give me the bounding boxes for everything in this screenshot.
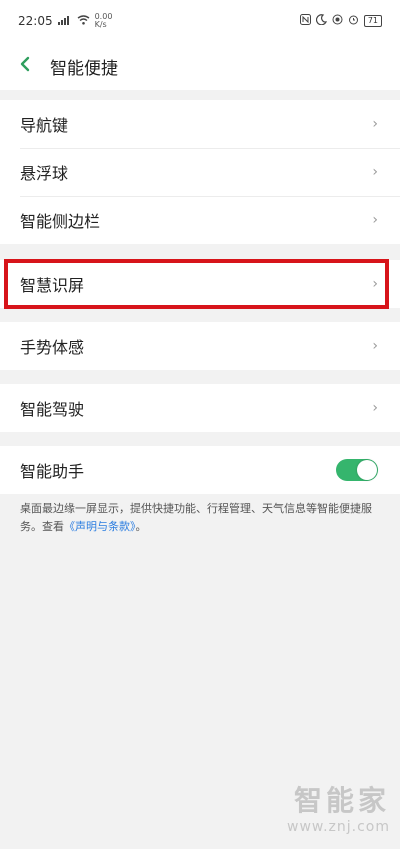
- network-speed: 0.00 K/s: [94, 12, 113, 29]
- assistant-toggle[interactable]: [336, 459, 378, 481]
- settings-group-2: 智慧识屏 ›: [0, 260, 400, 308]
- nfc-icon: [299, 14, 311, 28]
- chevron-right-icon: ›: [372, 276, 378, 292]
- watermark-url: www.znj.com: [287, 819, 390, 835]
- menu-item-label: 手势体感: [20, 338, 85, 357]
- menu-item-nav-keys[interactable]: 导航键 ›: [0, 100, 400, 148]
- chevron-right-icon: ›: [372, 212, 378, 228]
- status-time: 22:05: [18, 14, 53, 28]
- description-tail: 。: [135, 520, 147, 533]
- battery-icon: 71: [363, 15, 382, 27]
- chevron-left-icon: [19, 56, 31, 76]
- signal-icon: [57, 14, 72, 28]
- moon-icon: [315, 14, 327, 28]
- settings-group-3: 手势体感 ›: [0, 322, 400, 370]
- chevron-right-icon: ›: [372, 164, 378, 180]
- settings-group-4: 智能驾驶 ›: [0, 384, 400, 432]
- settings-group-5: 智能助手: [0, 446, 400, 494]
- settings-group-1: 导航键 › 悬浮球 › 智能侧边栏 ›: [0, 100, 400, 244]
- wifi-icon: [77, 14, 90, 28]
- menu-item-smart-assistant: 智能助手: [0, 446, 400, 494]
- alarm-icon: [348, 14, 359, 28]
- menu-item-smart-screen-recognition[interactable]: 智慧识屏 ›: [0, 260, 400, 308]
- menu-item-label: 智能侧边栏: [20, 212, 101, 231]
- toggle-knob: [357, 460, 377, 480]
- chevron-right-icon: ›: [372, 400, 378, 416]
- menu-item-label: 智能驾驶: [20, 400, 85, 419]
- status-bar: 22:05 0.00 K/s 71: [0, 0, 400, 42]
- battery-level: 71: [367, 16, 378, 25]
- menu-item-smart-driving[interactable]: 智能驾驶 ›: [0, 384, 400, 432]
- menu-item-floating-ball[interactable]: 悬浮球 ›: [0, 148, 400, 196]
- header-bar: 智能便捷: [0, 42, 400, 90]
- menu-item-label: 智能助手: [20, 462, 85, 481]
- assistant-description: 桌面最边缘一屏显示，提供快捷功能、行程管理、天气信息等智能便捷服务。查看《声明与…: [20, 500, 382, 536]
- watermark: 智能家 www.znj.com: [287, 779, 390, 835]
- menu-item-label: 导航键: [20, 116, 69, 135]
- terms-link[interactable]: 《声明与条款》: [64, 520, 136, 533]
- location-icon: [332, 14, 343, 28]
- chevron-right-icon: ›: [372, 338, 378, 354]
- back-button[interactable]: [14, 55, 36, 77]
- page-title: 智能便捷: [50, 58, 118, 79]
- menu-item-smart-sidebar[interactable]: 智能侧边栏 ›: [0, 196, 400, 244]
- status-left: 22:05 0.00 K/s: [18, 13, 112, 29]
- status-right: 71: [299, 14, 382, 28]
- menu-item-label: 智慧识屏: [20, 276, 85, 295]
- menu-item-gesture[interactable]: 手势体感 ›: [0, 322, 400, 370]
- menu-item-label: 悬浮球: [20, 164, 69, 183]
- watermark-logo: 智能家: [293, 784, 390, 817]
- chevron-right-icon: ›: [372, 116, 378, 132]
